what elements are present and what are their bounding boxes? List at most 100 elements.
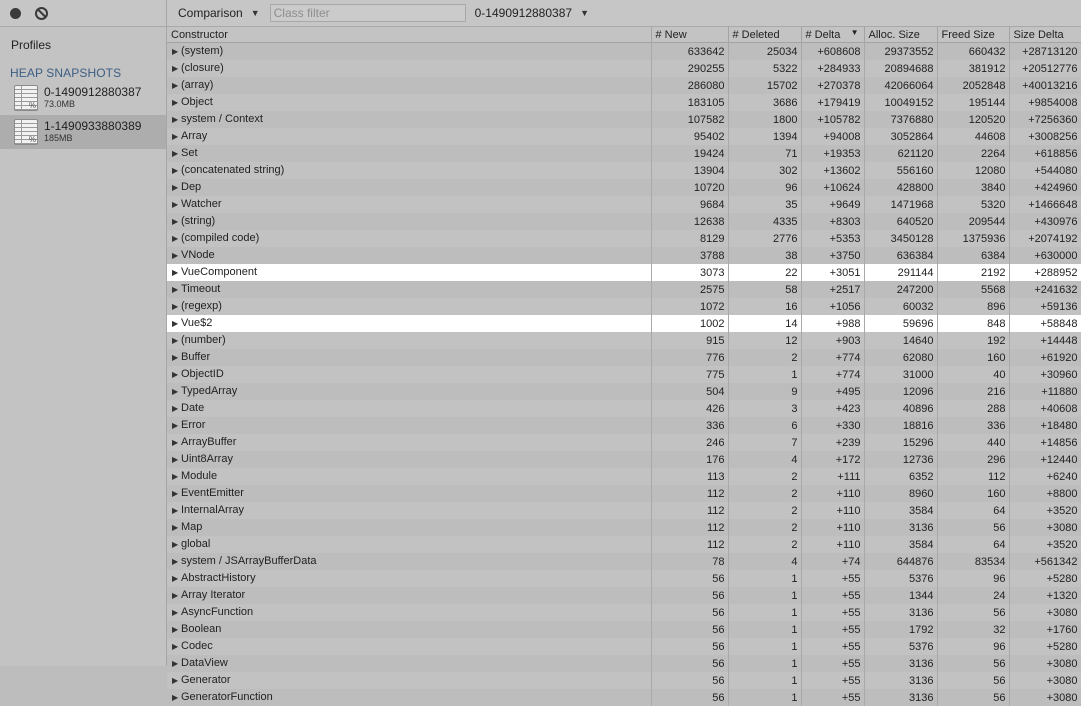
table-row[interactable]: ▶system / Context1075821800+105782737688… (167, 111, 1081, 128)
table-row[interactable]: ▶Generator561+55313656+3080 (167, 672, 1081, 689)
view-mode-label: Comparison (178, 6, 243, 20)
expand-triangle-icon[interactable]: ▶ (172, 486, 181, 502)
expand-triangle-icon[interactable]: ▶ (172, 265, 181, 281)
table-row[interactable]: ▶(compiled code)81292776+535334501281375… (167, 230, 1081, 247)
expand-triangle-icon[interactable]: ▶ (172, 112, 181, 128)
table-row[interactable]: ▶DataView561+55313656+3080 (167, 655, 1081, 672)
table-row[interactable]: ▶Vue$2100214+98859696848+58848 (167, 315, 1081, 332)
cell-new-count: 183105 (651, 94, 728, 111)
table-row[interactable]: ▶TypedArray5049+49512096216+11880 (167, 383, 1081, 400)
table-row[interactable]: ▶Boolean561+55179232+1760 (167, 621, 1081, 638)
snapshot-item-0[interactable]: % 0-1490912880387 73.0MB (0, 81, 166, 115)
expand-triangle-icon[interactable]: ▶ (172, 503, 181, 519)
table-row[interactable]: ▶GeneratorFunction561+55313656+3080 (167, 689, 1081, 706)
expand-triangle-icon[interactable]: ▶ (172, 78, 181, 94)
table-row[interactable]: ▶EventEmitter1122+1108960160+8800 (167, 485, 1081, 502)
table-row[interactable]: ▶Timeout257558+25172472005568+241632 (167, 281, 1081, 298)
expand-triangle-icon[interactable]: ▶ (172, 367, 181, 383)
expand-triangle-icon[interactable]: ▶ (172, 622, 181, 638)
table-row[interactable]: ▶Module1132+1116352112+6240 (167, 468, 1081, 485)
table-row[interactable]: ▶(number)91512+90314640192+14448 (167, 332, 1081, 349)
class-filter-input[interactable] (270, 4, 466, 22)
table-row[interactable]: ▶Set1942471+193536211202264+618856 (167, 145, 1081, 162)
expand-triangle-icon[interactable]: ▶ (172, 690, 181, 706)
expand-triangle-icon[interactable]: ▶ (172, 656, 181, 672)
table-row[interactable]: ▶InternalArray1122+110358464+3520 (167, 502, 1081, 519)
column-header-deleted[interactable]: # Deleted (728, 27, 801, 43)
clear-icon[interactable] (35, 7, 48, 20)
table-row[interactable]: ▶VueComponent307322+30512911442192+28895… (167, 264, 1081, 281)
table-row[interactable]: ▶(closure)2902555322+2849332089468838191… (167, 60, 1081, 77)
column-header-freed-size[interactable]: Freed Size (937, 27, 1009, 43)
expand-triangle-icon[interactable]: ▶ (172, 214, 181, 230)
expand-triangle-icon[interactable]: ▶ (172, 333, 181, 349)
table-row[interactable]: ▶Codec561+55537696+5280 (167, 638, 1081, 655)
expand-triangle-icon[interactable]: ▶ (172, 44, 181, 60)
column-header-alloc-size[interactable]: Alloc. Size (864, 27, 937, 43)
table-row[interactable]: ▶(concatenated string)13904302+136025561… (167, 162, 1081, 179)
expand-triangle-icon[interactable]: ▶ (172, 95, 181, 111)
table-row[interactable]: ▶global1122+110358464+3520 (167, 536, 1081, 553)
cell-freed-size: 3840 (937, 179, 1009, 196)
column-header-new[interactable]: # New (651, 27, 728, 43)
expand-triangle-icon[interactable]: ▶ (172, 673, 181, 689)
expand-triangle-icon[interactable]: ▶ (172, 248, 181, 264)
table-row[interactable]: ▶Uint8Array1764+17212736296+12440 (167, 451, 1081, 468)
expand-triangle-icon[interactable]: ▶ (172, 554, 181, 570)
expand-triangle-icon[interactable]: ▶ (172, 588, 181, 604)
expand-triangle-icon[interactable]: ▶ (172, 129, 181, 145)
table-row[interactable]: ▶Array Iterator561+55134424+1320 (167, 587, 1081, 604)
table-row[interactable]: ▶Date4263+42340896288+40608 (167, 400, 1081, 417)
expand-triangle-icon[interactable]: ▶ (172, 401, 181, 417)
table-row[interactable]: ▶(string)126384335+8303640520209544+4309… (167, 213, 1081, 230)
table-row[interactable]: ▶AsyncFunction561+55313656+3080 (167, 604, 1081, 621)
record-icon[interactable] (10, 8, 21, 19)
table-row[interactable]: ▶Array954021394+94008305286444608+300825… (167, 128, 1081, 145)
table-row[interactable]: ▶Object1831053686+17941910049152195144+9… (167, 94, 1081, 111)
snapshot-item-1[interactable]: % 1-1490933880389 185MB (0, 115, 166, 149)
expand-triangle-icon[interactable]: ▶ (172, 146, 181, 162)
table-row[interactable]: ▶Map1122+110313656+3080 (167, 519, 1081, 536)
expand-triangle-icon[interactable]: ▶ (172, 231, 181, 247)
expand-triangle-icon[interactable]: ▶ (172, 571, 181, 587)
expand-triangle-icon[interactable]: ▶ (172, 384, 181, 400)
base-snapshot-select[interactable]: 0-1490912880387 ▼ (475, 6, 589, 20)
table-row[interactable]: ▶Error3366+33018816336+18480 (167, 417, 1081, 434)
expand-triangle-icon[interactable]: ▶ (172, 537, 181, 553)
expand-triangle-icon[interactable]: ▶ (172, 452, 181, 468)
cell-constructor: ▶DataView (167, 655, 651, 672)
table-row[interactable]: ▶ArrayBuffer2467+23915296440+14856 (167, 434, 1081, 451)
table-row[interactable]: ▶system / JSArrayBufferData784+746448768… (167, 553, 1081, 570)
table-row[interactable]: ▶(system)63364225034+6086082937355266043… (167, 43, 1081, 61)
cell-constructor: ▶VNode (167, 247, 651, 264)
expand-triangle-icon[interactable]: ▶ (172, 299, 181, 315)
expand-triangle-icon[interactable]: ▶ (172, 639, 181, 655)
column-header-constructor[interactable]: Constructor (167, 27, 651, 43)
table-row[interactable]: ▶VNode378838+37506363846384+630000 (167, 247, 1081, 264)
expand-triangle-icon[interactable]: ▶ (172, 197, 181, 213)
table-row[interactable]: ▶(array)28608015702+27037842066064205284… (167, 77, 1081, 94)
table-row[interactable]: ▶Watcher968435+964914719685320+1466648 (167, 196, 1081, 213)
expand-triangle-icon[interactable]: ▶ (172, 605, 181, 621)
expand-triangle-icon[interactable]: ▶ (172, 350, 181, 366)
expand-triangle-icon[interactable]: ▶ (172, 418, 181, 434)
expand-triangle-icon[interactable]: ▶ (172, 316, 181, 332)
expand-triangle-icon[interactable]: ▶ (172, 282, 181, 298)
cell-deleted-count: 16 (728, 298, 801, 315)
column-header-size-delta[interactable]: Size Delta (1009, 27, 1081, 43)
expand-triangle-icon[interactable]: ▶ (172, 163, 181, 179)
expand-triangle-icon[interactable]: ▶ (172, 180, 181, 196)
expand-triangle-icon[interactable]: ▶ (172, 469, 181, 485)
table-row[interactable]: ▶Buffer7762+77462080160+61920 (167, 349, 1081, 366)
column-header-delta[interactable]: # Delta▼ (801, 27, 864, 43)
expand-triangle-icon[interactable]: ▶ (172, 435, 181, 451)
cell-deleted-count: 4 (728, 553, 801, 570)
table-row[interactable]: ▶Dep1072096+106244288003840+424960 (167, 179, 1081, 196)
view-mode-select[interactable]: Comparison ▼ (178, 6, 260, 20)
table-row[interactable]: ▶AbstractHistory561+55537696+5280 (167, 570, 1081, 587)
table-row[interactable]: ▶ObjectID7751+7743100040+30960 (167, 366, 1081, 383)
cell-delta-count: +94008 (801, 128, 864, 145)
expand-triangle-icon[interactable]: ▶ (172, 520, 181, 536)
table-row[interactable]: ▶(regexp)107216+105660032896+59136 (167, 298, 1081, 315)
expand-triangle-icon[interactable]: ▶ (172, 61, 181, 77)
